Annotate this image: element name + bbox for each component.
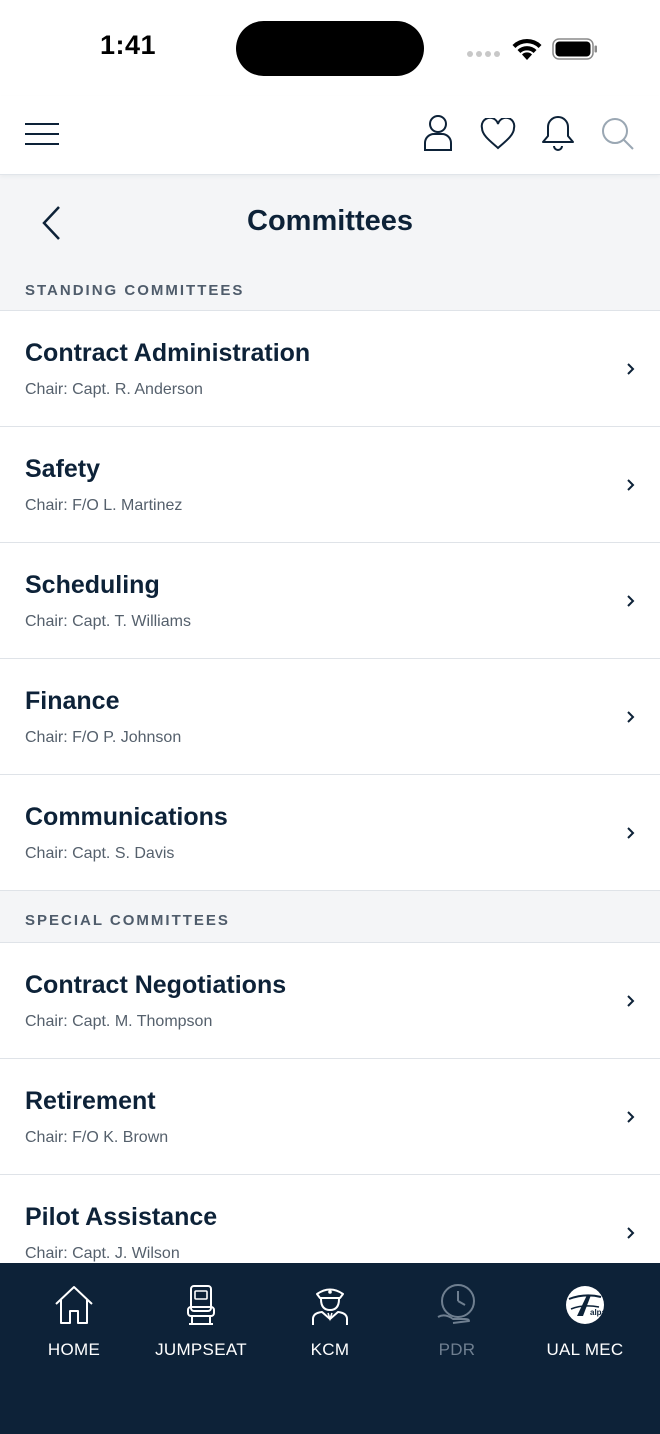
home-icon xyxy=(55,1286,93,1324)
committee-row-contract-administration[interactable]: Contract Administration Chair: Capt. R. … xyxy=(0,311,660,427)
committees-page: Committees STANDING COMMITTEES Contract … xyxy=(0,175,660,1263)
chevron-right-icon xyxy=(627,711,635,723)
bottom-tab-bar: HOME JUMPSEAT KCM PDR alpa UAL MEC xyxy=(0,1263,660,1434)
committee-name: Scheduling xyxy=(25,571,160,599)
wifi-icon xyxy=(512,38,542,60)
committee-name: Retirement xyxy=(25,1087,156,1115)
bell-icon[interactable] xyxy=(540,114,576,152)
committee-name: Communications xyxy=(25,803,228,831)
tab-label: UAL MEC xyxy=(546,1340,624,1359)
committee-row-scheduling[interactable]: Scheduling Chair: Capt. T. Williams xyxy=(0,543,660,659)
seat-icon xyxy=(187,1285,215,1325)
page-title: Committees xyxy=(247,205,413,237)
tab-jumpseat[interactable]: JUMPSEAT xyxy=(135,1263,267,1373)
tab-label: JUMPSEAT xyxy=(155,1340,247,1359)
section-header-standing: STANDING COMMITTEES xyxy=(0,269,660,311)
pilot-icon xyxy=(312,1288,348,1325)
chevron-right-icon xyxy=(627,995,635,1007)
committee-row-safety[interactable]: Safety Chair: F/O L. Martinez xyxy=(0,427,660,543)
committee-row-contract-negotiations[interactable]: Contract Negotiations Chair: Capt. M. Th… xyxy=(0,943,660,1059)
person-icon[interactable] xyxy=(422,114,454,152)
alpa-logo-icon: alpa xyxy=(566,1286,607,1324)
tab-ual-mec[interactable]: alpa UAL MEC xyxy=(519,1263,651,1373)
section-header-special: SPECIAL COMMITTEES xyxy=(0,891,660,943)
chevron-right-icon xyxy=(627,1111,635,1123)
tab-pdr[interactable]: PDR xyxy=(391,1263,523,1373)
committee-name: Finance xyxy=(25,687,120,715)
page-title-row: Committees xyxy=(0,175,660,269)
committee-row-pilot-assistance[interactable]: Pilot Assistance Chair: Capt. J. Wilson xyxy=(0,1175,660,1263)
battery-icon xyxy=(552,38,597,60)
chevron-right-icon xyxy=(627,595,635,607)
heart-icon[interactable] xyxy=(480,118,516,150)
committee-chair: Chair: F/O L. Martinez xyxy=(25,497,183,514)
dynamic-island xyxy=(236,21,424,76)
committee-chair: Chair: F/O K. Brown xyxy=(25,1129,169,1146)
committee-chair: Chair: Capt. R. Anderson xyxy=(25,381,203,398)
tab-kcm[interactable]: KCM xyxy=(264,1263,396,1373)
committee-chair: Chair: Capt. T. Williams xyxy=(25,613,191,630)
app-header xyxy=(0,96,660,175)
committee-chair: Chair: Capt. J. Wilson xyxy=(25,1245,180,1262)
chevron-right-icon xyxy=(627,363,635,375)
chevron-right-icon xyxy=(627,1227,635,1239)
committee-chair: Chair: Capt. M. Thompson xyxy=(25,1013,213,1030)
status-bar: 1:41 xyxy=(0,0,660,96)
committee-name: Contract Administration xyxy=(25,339,311,367)
status-time: 1:41 xyxy=(100,30,157,60)
cellular-signal-icon xyxy=(467,51,501,59)
committee-name: Contract Negotiations xyxy=(25,971,287,999)
chevron-right-icon xyxy=(627,479,635,491)
committee-row-finance[interactable]: Finance Chair: F/O P. Johnson xyxy=(0,659,660,775)
search-icon[interactable] xyxy=(600,116,636,152)
committee-row-communications[interactable]: Communications Chair: Capt. S. Davis xyxy=(0,775,660,891)
hamburger-menu-icon[interactable] xyxy=(25,122,59,146)
tab-label: KCM xyxy=(310,1340,350,1359)
tab-label: HOME xyxy=(47,1340,101,1359)
chevron-right-icon xyxy=(627,827,635,839)
committee-name: Pilot Assistance xyxy=(25,1203,218,1231)
tab-label: PDR xyxy=(438,1340,476,1359)
committee-row-retirement[interactable]: Retirement Chair: F/O K. Brown xyxy=(0,1059,660,1175)
alpa-logo-text: alpa xyxy=(590,1308,607,1317)
committee-chair: Chair: Capt. S. Davis xyxy=(25,845,175,862)
tab-home[interactable]: HOME xyxy=(8,1263,140,1373)
committee-name: Safety xyxy=(25,455,101,483)
clock-hand-icon xyxy=(437,1284,475,1324)
committee-chair: Chair: F/O P. Johnson xyxy=(25,729,182,746)
